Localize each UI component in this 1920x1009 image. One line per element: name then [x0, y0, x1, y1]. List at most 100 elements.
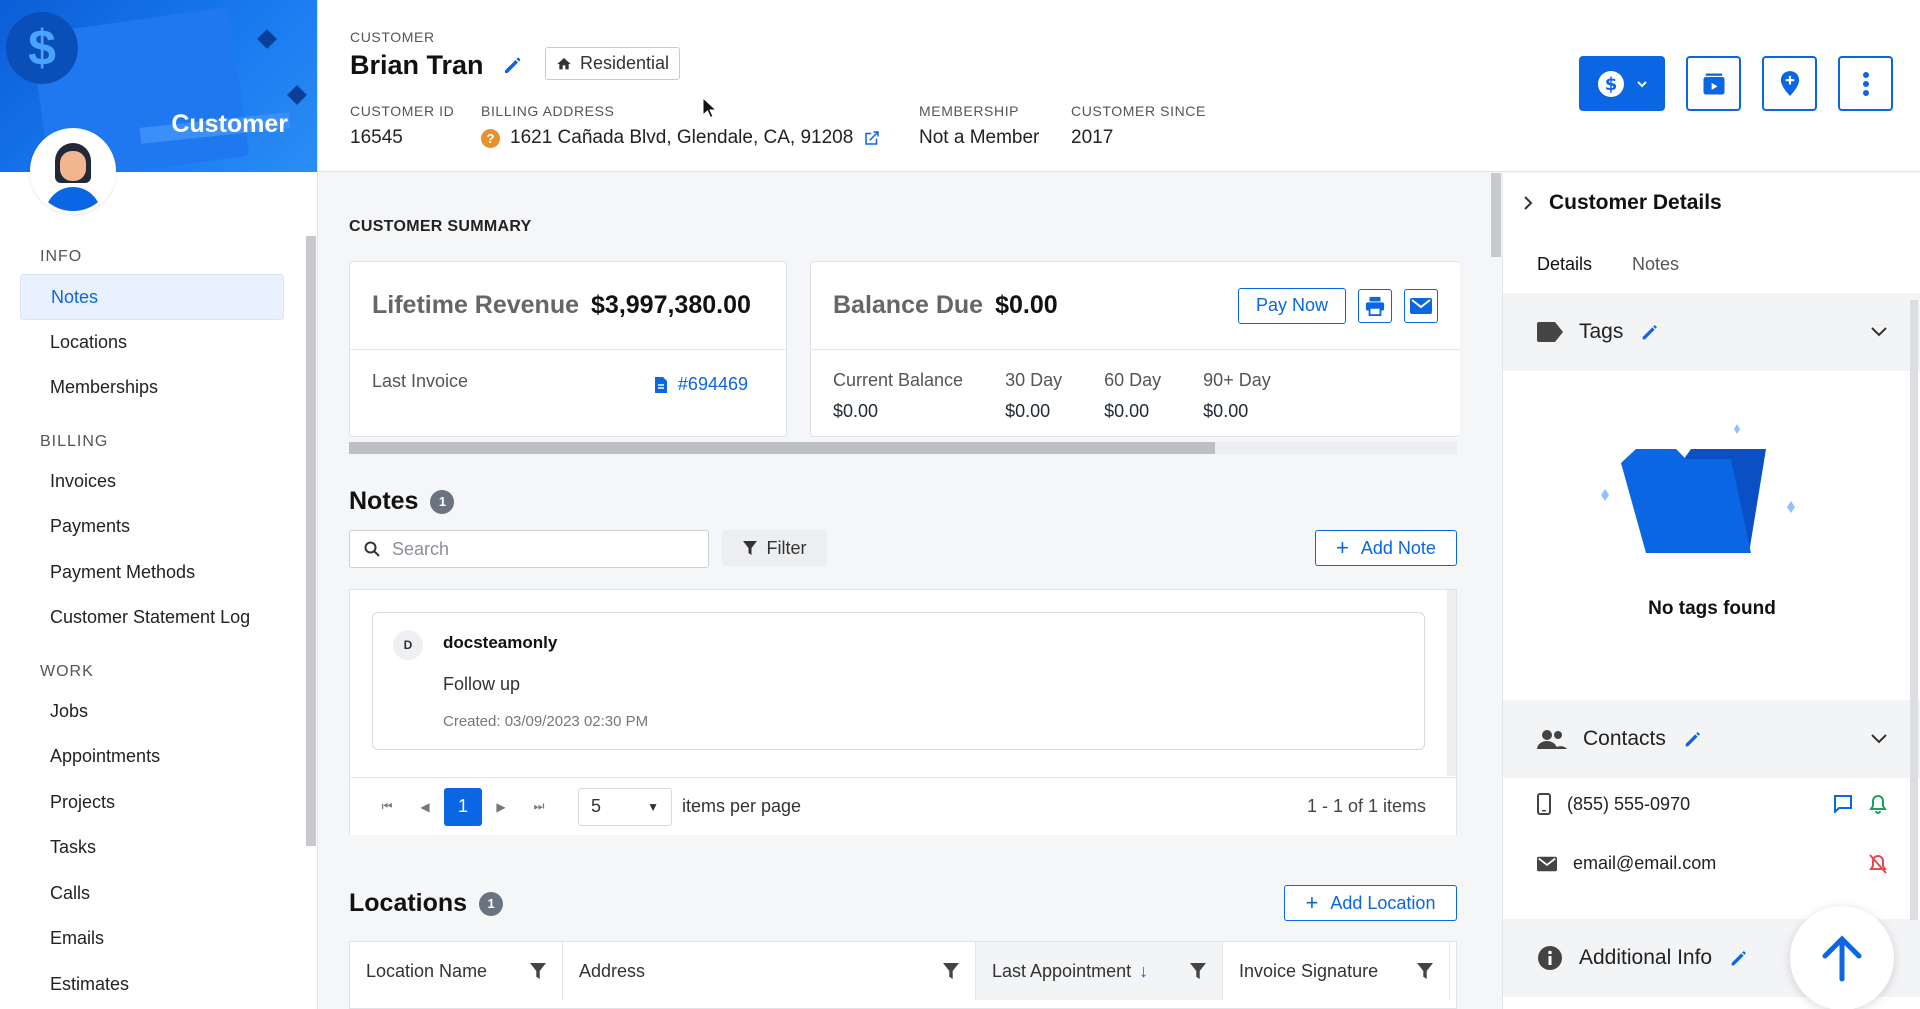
print-button[interactable] — [1358, 288, 1392, 323]
prev-page-icon[interactable]: ◀ — [406, 788, 444, 826]
add-location-label: Add Location — [1330, 892, 1436, 913]
aging-30-day: 30 Day $0.00 — [1005, 370, 1063, 421]
customer-details-header[interactable]: Customer Details — [1523, 191, 1722, 215]
balance-due-label: Balance Due — [833, 291, 984, 319]
filter-icon[interactable] — [1417, 963, 1433, 979]
next-page-icon[interactable]: ▶ — [482, 788, 520, 826]
tab-notes[interactable]: Notes — [1632, 239, 1679, 299]
book-appointment-button[interactable] — [1686, 56, 1741, 111]
sidebar-item-appointments[interactable]: Appointments — [20, 734, 284, 780]
sidebar-item-customer-statement-log[interactable]: Customer Statement Log — [20, 595, 284, 641]
note-item[interactable]: D docsteamonly Follow up Created: 03/09/… — [372, 612, 1425, 750]
sidebar-item-invoices[interactable]: Invoices — [20, 459, 284, 505]
edit-contacts-pencil-icon[interactable] — [1682, 728, 1704, 750]
email-contact-row: email@email.com — [1537, 853, 1887, 874]
tags-section-header[interactable]: Tags — [1503, 293, 1920, 371]
email-address[interactable]: email@email.com — [1573, 853, 1716, 874]
sidebar-scrollbar[interactable] — [306, 236, 316, 846]
notes-heading: Notes 1 — [349, 487, 455, 516]
membership-field: MEMBERSHIP Not a Member — [919, 103, 1039, 149]
column-header-invoice-signature[interactable]: Invoice Signature — [1223, 942, 1450, 1000]
external-link-icon[interactable] — [863, 129, 881, 147]
lifetime-revenue-value: $3,997,380.00 — [591, 291, 751, 319]
sidebar-item-emails[interactable]: Emails — [20, 916, 284, 962]
add-location-pin-button[interactable] — [1762, 56, 1817, 111]
add-location-button[interactable]: + Add Location — [1284, 885, 1457, 921]
summary-horizontal-scrollbar[interactable] — [349, 442, 1457, 454]
phone-number[interactable]: (855) 555-0970 — [1567, 794, 1690, 815]
more-options-button[interactable] — [1838, 56, 1893, 111]
customer-id-label: CUSTOMER ID — [350, 103, 455, 119]
mail-icon — [1410, 297, 1432, 314]
plus-icon: + — [1336, 535, 1349, 560]
right-panel-scrollbar[interactable] — [1910, 300, 1918, 920]
kebab-menu-icon — [1862, 71, 1869, 96]
chevron-down-icon[interactable] — [1871, 734, 1887, 744]
pay-now-button[interactable]: Pay Now — [1238, 287, 1346, 324]
printer-icon — [1365, 296, 1385, 316]
notification-bell-icon[interactable] — [1869, 794, 1887, 814]
sidebar-item-tasks[interactable]: Tasks — [20, 825, 284, 871]
column-header-address[interactable]: Address — [563, 942, 976, 1000]
sidebar-item-notes[interactable]: Notes — [20, 274, 284, 320]
empty-folder-illustration — [1601, 424, 1795, 553]
items-per-page-label: items per page — [682, 796, 802, 816]
banner-title: Customer — [171, 110, 288, 138]
dollar-circle-icon: $ — [1598, 70, 1624, 97]
sidebar-item-payment-methods[interactable]: Payment Methods — [20, 550, 284, 596]
notes-scrollbar[interactable] — [1447, 590, 1456, 776]
tab-details[interactable]: Details — [1537, 239, 1593, 299]
people-icon — [1537, 730, 1567, 749]
calendar-icon — [1703, 73, 1724, 94]
sidebar-item-jobs[interactable]: Jobs — [20, 689, 284, 735]
sidebar-item-calls[interactable]: Calls — [20, 871, 284, 917]
sidebar-item-projects[interactable]: Projects — [20, 780, 284, 826]
edit-tags-pencil-icon[interactable] — [1639, 321, 1661, 343]
chevron-down-icon[interactable] — [1871, 327, 1887, 337]
email-button[interactable] — [1404, 288, 1438, 323]
sidebar-item-memberships[interactable]: Memberships — [20, 365, 284, 411]
notes-list-panel: D docsteamonly Follow up Created: 03/09/… — [349, 589, 1457, 835]
customer-summary-heading: CUSTOMER SUMMARY — [349, 218, 532, 235]
sms-message-icon[interactable] — [1833, 795, 1853, 813]
lifetime-revenue-card: Lifetime Revenue $3,997,380.00 Last Invo… — [349, 261, 787, 437]
locations-table: Location Name Address Last Appointment ↓ … — [349, 941, 1457, 1009]
plus-icon: + — [1305, 890, 1319, 915]
main-scrollbar[interactable] — [1491, 173, 1501, 257]
scroll-to-top-button[interactable] — [1790, 906, 1894, 1009]
info-icon — [1538, 946, 1562, 970]
customer-name: Brian Tran — [350, 50, 484, 80]
edit-additional-info-pencil-icon[interactable] — [1728, 947, 1750, 969]
column-header-location-name[interactable]: Location Name — [350, 942, 563, 1000]
locations-heading: Locations 1 — [349, 889, 504, 918]
notes-search-input[interactable] — [392, 538, 682, 560]
document-icon — [654, 376, 667, 393]
customer-details-panel: Customer Details Details Notes Tags No t… — [1502, 173, 1920, 1009]
edit-name-pencil-icon[interactable] — [501, 53, 525, 77]
filter-icon[interactable] — [943, 963, 959, 979]
notes-filter-button[interactable]: Filter — [722, 530, 827, 566]
notes-search[interactable] — [349, 530, 709, 568]
no-tags-message: No tags found — [1648, 598, 1776, 619]
last-page-icon[interactable]: ⏭ — [520, 788, 558, 826]
filter-icon[interactable] — [1190, 963, 1206, 979]
column-header-last-appointment[interactable]: Last Appointment ↓ — [976, 942, 1223, 1000]
add-note-button[interactable]: + Add Note — [1315, 530, 1457, 566]
sidebar-item-payments[interactable]: Payments — [20, 504, 284, 550]
contacts-section-header[interactable]: Contacts — [1503, 700, 1920, 778]
sparkle-icon — [287, 85, 307, 105]
items-per-page-select[interactable]: 5 ▼ — [578, 787, 672, 826]
locations-title: Locations — [349, 889, 468, 917]
sidebar-item-estimates[interactable]: Estimates — [20, 962, 284, 1008]
notification-bell-off-icon[interactable] — [1869, 853, 1887, 874]
sidebar-item-locations[interactable]: Locations — [20, 320, 284, 366]
first-page-icon[interactable]: ⏮ — [368, 788, 406, 826]
search-icon — [364, 541, 380, 557]
warning-icon[interactable]: ? — [481, 128, 500, 148]
last-invoice-link[interactable]: #694469 — [678, 374, 748, 395]
nav-section-work: WORK — [40, 662, 94, 680]
page-number-button[interactable]: 1 — [444, 787, 482, 826]
filter-icon[interactable] — [530, 963, 546, 979]
mobile-phone-icon — [1537, 793, 1551, 815]
payment-dropdown-button[interactable]: $ — [1579, 56, 1665, 111]
